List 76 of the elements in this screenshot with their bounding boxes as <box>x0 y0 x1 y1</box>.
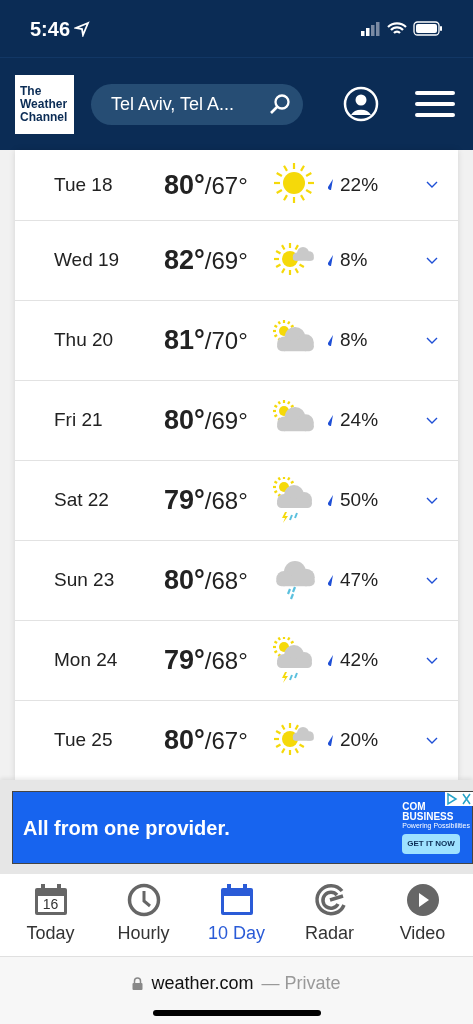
forecast-row[interactable]: Sat 22 79°/68° 50% <box>15 460 458 540</box>
day-label: Wed 19 <box>54 248 121 273</box>
raindrop-icon <box>326 653 334 668</box>
ad-brand: COM <box>402 801 426 812</box>
day-label: Sat 22 <box>54 488 110 513</box>
temperature: 80°/67° <box>164 168 249 202</box>
raindrop-icon <box>326 493 334 508</box>
ad-choices-icon[interactable] <box>445 792 473 806</box>
precip-chance: 20% <box>340 728 379 753</box>
precip-chance: 24% <box>340 408 379 433</box>
ad-brand: BUSINESS <box>402 811 454 822</box>
nav-tab[interactable]: Video <box>380 883 465 947</box>
raindrop-icon <box>326 733 334 748</box>
menu-icon <box>415 90 455 118</box>
domain: weather.com <box>151 972 254 995</box>
nav-tab[interactable]: Hourly <box>101 883 186 947</box>
temperature: 79°/68° <box>164 644 249 678</box>
chevron-down-icon[interactable] <box>426 736 438 745</box>
calendar-date: 16 <box>41 896 60 912</box>
ad-headline: All from one provider. <box>23 815 230 841</box>
ad-cta-button[interactable]: GET IT NOW <box>402 833 460 854</box>
raindrop-icon <box>326 573 334 588</box>
chevron-down-icon[interactable] <box>426 496 438 505</box>
nav-tab[interactable]: 16 Today <box>8 883 93 947</box>
day-label: Fri 21 <box>54 408 104 433</box>
battery-icon <box>413 21 443 36</box>
forecast-row[interactable]: Mon 24 79°/68° 42% <box>15 620 458 700</box>
chevron-down-icon[interactable] <box>426 181 438 189</box>
day-label: Tue 18 <box>54 172 114 197</box>
browser-mode: — Private <box>261 972 341 995</box>
temperature: 81°/70° <box>164 324 249 358</box>
raindrop-icon <box>326 333 334 348</box>
day-label: Mon 24 <box>54 648 119 673</box>
raindrop-icon <box>326 253 334 268</box>
precip-chance: 22% <box>340 172 379 197</box>
search-icon <box>269 93 291 115</box>
chevron-down-icon[interactable] <box>426 336 438 345</box>
precip-chance: 8% <box>340 328 368 353</box>
raindrop-icon <box>326 178 334 192</box>
precip-chance: 42% <box>340 648 379 673</box>
signal-icon <box>361 21 381 36</box>
calendar-icon <box>218 883 255 917</box>
day-label: Sun 23 <box>54 568 116 593</box>
temperature: 82°/69° <box>164 244 249 278</box>
nav-tab[interactable]: 10 Day <box>194 883 279 947</box>
search-field[interactable]: Tel Aviv, Tel A... <box>91 83 303 125</box>
lock-icon <box>132 977 144 990</box>
precip-chance: 8% <box>340 248 368 273</box>
temperature: 80°/67° <box>164 724 249 758</box>
forecast-row[interactable]: Thu 20 81°/70° 8% <box>15 300 458 380</box>
nav-tab[interactable]: Radar <box>287 883 372 947</box>
forecast-row[interactable]: Fri 21 80°/69° 24% <box>15 380 458 460</box>
forecast-row[interactable]: Sun 23 80°/68° 47% <box>15 540 458 620</box>
time: 5:46 <box>30 16 71 42</box>
forecast-row[interactable]: Tue 18 80°/67° 22% <box>15 150 458 220</box>
temperature: 80°/68° <box>164 564 249 598</box>
play-icon <box>404 883 441 917</box>
temperature: 80°/69° <box>164 404 249 438</box>
chevron-down-icon[interactable] <box>426 656 438 665</box>
forecast-row[interactable]: Wed 19 82°/69° 8% <box>15 220 458 300</box>
wifi-icon <box>387 21 407 36</box>
menu-button[interactable] <box>415 89 455 119</box>
chevron-down-icon[interactable] <box>426 576 438 585</box>
raindrop-icon <box>326 413 334 428</box>
precip-chance: 47% <box>340 568 379 593</box>
day-label: Thu 20 <box>54 328 115 353</box>
day-label: Tue 25 <box>54 728 114 753</box>
clock-icon <box>125 883 162 917</box>
account-button[interactable] <box>343 86 379 122</box>
user-icon <box>343 86 379 122</box>
chevron-down-icon[interactable] <box>426 416 438 425</box>
logo[interactable]: The Weather Channel <box>15 74 74 134</box>
precip-chance: 50% <box>340 488 379 513</box>
location-arrow-icon <box>74 20 91 37</box>
chevron-down-icon[interactable] <box>426 256 438 265</box>
temperature: 79°/68° <box>164 484 249 518</box>
